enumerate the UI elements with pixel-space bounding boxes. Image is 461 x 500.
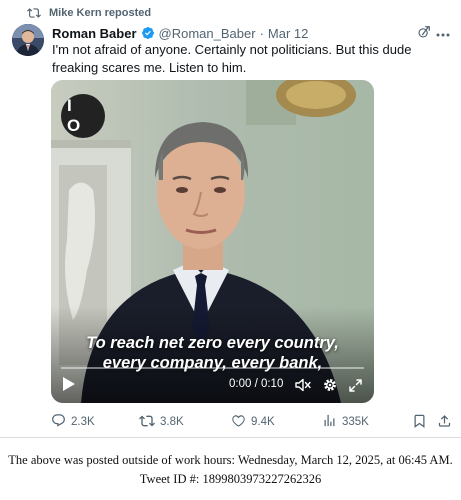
- video-progress-bar[interactable]: [61, 367, 364, 369]
- avatar[interactable]: [12, 24, 44, 56]
- mute-icon[interactable]: [295, 378, 311, 397]
- like-count: 9.4K: [251, 416, 275, 428]
- verified-badge-icon: [141, 26, 155, 40]
- heart-icon: [231, 413, 246, 431]
- video-player[interactable]: I O To reach net zero every country, eve…: [51, 80, 374, 403]
- repost-count: 3.8K: [160, 416, 184, 428]
- tweet-header: Roman Baber @Roman_Baber · Mar 12: [52, 24, 308, 42]
- repost-icon: [27, 6, 41, 20]
- fullscreen-icon[interactable]: [349, 379, 362, 397]
- repost-banner[interactable]: Mike Kern reposted: [27, 5, 151, 21]
- repost-banner-text: Mike Kern reposted: [49, 7, 152, 19]
- reply-count: 2.3K: [71, 416, 95, 428]
- views-button[interactable]: 335K: [322, 413, 369, 431]
- settings-gear-icon[interactable]: [323, 378, 337, 397]
- video-caption-line-2: every company, every bank,: [102, 354, 323, 372]
- share-icon[interactable]: [437, 413, 452, 434]
- repost-button[interactable]: 3.8K: [139, 413, 184, 431]
- separator-dot: ·: [259, 25, 264, 41]
- channel-logo: I O: [61, 94, 105, 138]
- tweet-text: I'm not afraid of anyone. Certainly not …: [52, 42, 412, 75]
- footer-tweet-id: Tweet ID #: 1899803973227262326: [139, 472, 322, 486]
- video-timecode: 0:00 / 0:10: [229, 378, 284, 390]
- timestamp-footer: The above was posted outside of work hou…: [0, 451, 461, 489]
- play-icon[interactable]: [62, 376, 76, 397]
- tweet-card[interactable]: Mike Kern reposted Roman Baber @Roman_Ba…: [0, 0, 461, 437]
- reply-button[interactable]: 2.3K: [51, 413, 95, 431]
- views-count: 335K: [342, 416, 369, 428]
- post-date[interactable]: Mar 12: [268, 26, 308, 41]
- views-chart-icon: [322, 413, 337, 431]
- repost-action-icon: [139, 413, 155, 432]
- reply-icon: [51, 413, 66, 431]
- footer-divider: [0, 437, 461, 438]
- video-caption-line-1: To reach net zero every country,: [86, 334, 339, 352]
- bookmark-icon[interactable]: [412, 413, 427, 434]
- footer-posted-time: The above was posted outside of work hou…: [8, 453, 453, 467]
- author-name[interactable]: Roman Baber: [52, 26, 137, 41]
- author-handle[interactable]: @Roman_Baber: [159, 26, 256, 41]
- like-button[interactable]: 9.4K: [231, 413, 275, 431]
